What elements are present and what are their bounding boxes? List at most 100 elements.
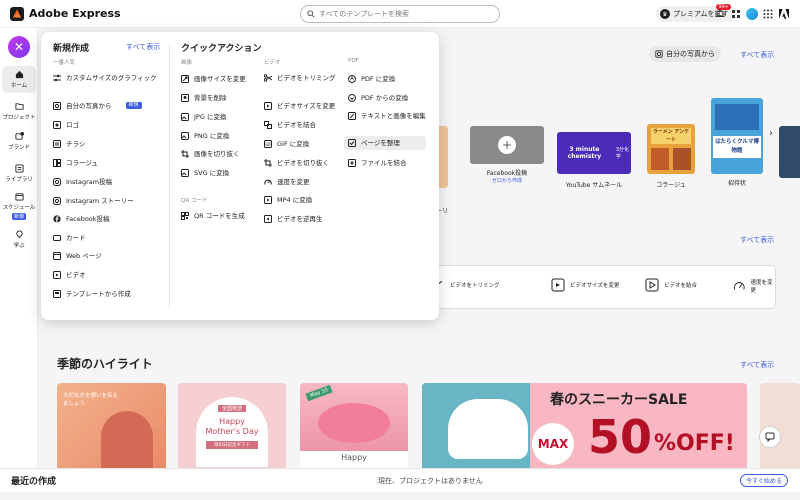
see-all-link-quick-actions[interactable]: すべて表示 — [740, 235, 774, 245]
menu-item-convert-mp4[interactable]: MP4 に変換 — [264, 196, 312, 204]
menu-item-trim-video[interactable]: ビデオをトリミング — [264, 74, 342, 82]
card-subcaption[interactable]: ゼロから作成 — [470, 177, 544, 184]
menu-item-web-page[interactable]: Web ページ — [53, 252, 102, 260]
menu-item-collage[interactable]: コラージュ — [53, 159, 98, 167]
rail-item-brand[interactable]: ブランド — [2, 132, 36, 151]
carousel-next-button[interactable]: › — [769, 128, 773, 139]
menu-item-resize-image[interactable]: 画像サイズを変更 — [181, 75, 246, 83]
rail-item-label: スケジュール — [2, 205, 36, 211]
menu-item-organize-pages[interactable]: ページを整理 — [344, 136, 426, 150]
menu-item-label: テキストと画像を編集 — [361, 112, 426, 120]
left-rail: ✕ ホーム プロジェクト ブランド ライブラリ スケジュール 新規 学ぶ — [0, 28, 38, 472]
quick-actions-title: クイックアクション — [181, 44, 262, 54]
see-all-link-top[interactable]: すべて表示 — [740, 50, 774, 60]
mp4-icon — [264, 196, 272, 204]
carousel-card-facebook[interactable]: + Facebook投稿 ゼロから作成 — [470, 126, 544, 184]
quick-action-resize-video[interactable]: ビデオサイズを変更 — [551, 278, 619, 292]
top-bar: Adobe Express ♛ プレミアムを試す 99+ — [0, 0, 800, 28]
rail-item-learn[interactable]: 学ぶ — [2, 230, 36, 249]
adobe-button[interactable] — [778, 8, 790, 20]
adobe-icon — [779, 9, 789, 19]
menu-item-logo[interactable]: ロゴ — [53, 121, 79, 129]
apps-button[interactable] — [730, 8, 742, 20]
menu-item-label: 背景を削除 — [194, 94, 227, 102]
rail-item-schedule[interactable]: スケジュール 新規 — [2, 192, 36, 220]
brand-icon — [14, 132, 24, 140]
menu-item-label: ビデオをトリミング — [277, 74, 336, 82]
instagram-icon — [53, 178, 61, 186]
menu-item-convert-pdf[interactable]: PDF に変換 — [348, 75, 395, 83]
from-my-photo-button[interactable]: 自分の写真から — [649, 46, 721, 62]
menu-item-convert-png[interactable]: PNG に変換 — [181, 132, 229, 140]
app-logo[interactable]: Adobe Express — [10, 6, 121, 21]
speedometer-icon — [264, 179, 272, 185]
start-now-button[interactable]: 今すぐ始める — [740, 474, 789, 487]
menu-item-convert-svg[interactable]: SVG に変換 — [181, 169, 229, 177]
seasonal-card-2[interactable]: 全国発送 Happy Mother's Day 母の日記念ギフト — [178, 383, 286, 472]
menu-item-resize-video[interactable]: ビデオサイズを変更 — [264, 102, 335, 110]
menu-item-facebook-post[interactable]: Facebook投稿 — [53, 215, 110, 223]
library-icon — [14, 164, 24, 173]
quick-action-trim-video[interactable]: ビデオをトリミング — [431, 278, 500, 292]
create-see-all-link[interactable]: すべて表示 — [126, 42, 160, 52]
menu-item-from-photo[interactable]: 自分の写真から 新規 — [53, 102, 163, 110]
rail-item-libraries[interactable]: ライブラリ — [2, 164, 36, 183]
close-create-button[interactable]: ✕ — [8, 36, 30, 58]
menu-item-generate-qr[interactable]: QR コードを生成 — [181, 212, 245, 220]
template-thumbnail-partial[interactable] — [779, 126, 800, 178]
seasonal-card-3[interactable]: May 10 Happy — [300, 383, 408, 472]
rail-item-projects[interactable]: プロジェクト — [2, 102, 36, 121]
menu-item-reverse-video[interactable]: ビデオを逆再生 — [264, 215, 323, 223]
notifications-button[interactable]: 99+ — [714, 4, 731, 20]
carousel-card-youtube[interactable]: 3 minute chemistry 3分化学 YouTube サムネール — [557, 132, 631, 189]
web-page-icon — [53, 252, 61, 260]
apps-grid-button[interactable] — [762, 8, 774, 20]
quick-action-merge-video[interactable]: ビデオを結合 — [645, 278, 697, 292]
menu-item-crop-video[interactable]: ビデオを切り抜く — [264, 159, 329, 167]
user-avatar[interactable] — [746, 8, 758, 20]
thumbnail-title: はたらくクルマ博物館 — [713, 136, 761, 158]
quick-action-label: ビデオをトリミング — [450, 283, 500, 289]
quick-action-change-speed[interactable]: 速度を変更 — [733, 278, 775, 294]
gif-icon: GIF — [264, 140, 272, 148]
menu-item-convert-gif[interactable]: GIF GIF に変換 — [264, 140, 309, 148]
rail-item-label: 学ぶ — [13, 243, 25, 249]
see-all-link-seasonal[interactable]: すべて表示 — [740, 360, 774, 370]
plus-icon: + — [498, 136, 516, 154]
thumbnail-subtitle: 3分化学 — [615, 147, 629, 160]
menu-item-instagram-story[interactable]: Instagram ストーリー — [53, 197, 134, 205]
search-input[interactable] — [319, 10, 489, 18]
rail-item-label: ブランド — [7, 145, 30, 151]
rail-item-home[interactable]: ホーム — [2, 66, 36, 93]
search-box[interactable] — [300, 5, 500, 23]
menu-item-crop-image[interactable]: 画像を切り抜く — [181, 150, 240, 158]
menu-item-flyer[interactable]: チラシ — [53, 140, 85, 148]
seasonal-card-1[interactable]: 大切な方を想いを伝えましょう — [57, 383, 166, 472]
menu-item-combine-files[interactable]: ファイルを結合 — [348, 159, 407, 167]
menu-item-card[interactable]: カード — [53, 234, 86, 242]
menu-item-merge-video[interactable]: ビデオを結合 — [264, 121, 316, 129]
chat-button[interactable] — [759, 426, 781, 448]
menu-item-custom-size[interactable]: カスタムサイズのグラフィック — [53, 74, 163, 82]
menu-item-label: PDF に変換 — [361, 75, 396, 83]
menu-item-video[interactable]: ビデオ — [53, 271, 86, 279]
menu-item-label: 速度を変更 — [277, 178, 310, 186]
menu-item-change-speed[interactable]: 速度を変更 — [264, 178, 310, 186]
video-group-label: ビデオ — [264, 60, 281, 66]
chat-icon — [765, 432, 775, 442]
menu-item-instagram-post[interactable]: Instagram投稿 — [53, 178, 112, 186]
menu-item-edit-text-images[interactable]: テキストと画像を編集 — [348, 112, 430, 120]
seasonal-highlights-title: 季節のハイライト — [57, 357, 153, 371]
carousel-card-collage[interactable]: ラーメン アンケート コラージュ — [647, 124, 695, 189]
carousel-card-invitation[interactable]: はたらくクルマ博物館 招待状 — [711, 98, 763, 187]
menu-item-label: ビデオ — [66, 271, 86, 279]
reverse-video-icon — [264, 215, 272, 223]
menu-item-convert-from-pdf[interactable]: PDF からの変換 — [348, 94, 408, 102]
menu-item-from-template[interactable]: テンプレートから作成 — [53, 290, 131, 298]
menu-item-label: ビデオサイズを変更 — [277, 102, 336, 110]
menu-item-remove-background[interactable]: 背景を削除 — [181, 94, 227, 102]
seasonal-card-sale[interactable]: 春のスニーカーSALE MAX 50 %OFF! — [422, 383, 747, 472]
quick-action-label: ビデオサイズを変更 — [570, 283, 620, 289]
card-icon — [53, 235, 61, 241]
menu-item-convert-jpg[interactable]: JPG に変換 — [181, 113, 226, 121]
